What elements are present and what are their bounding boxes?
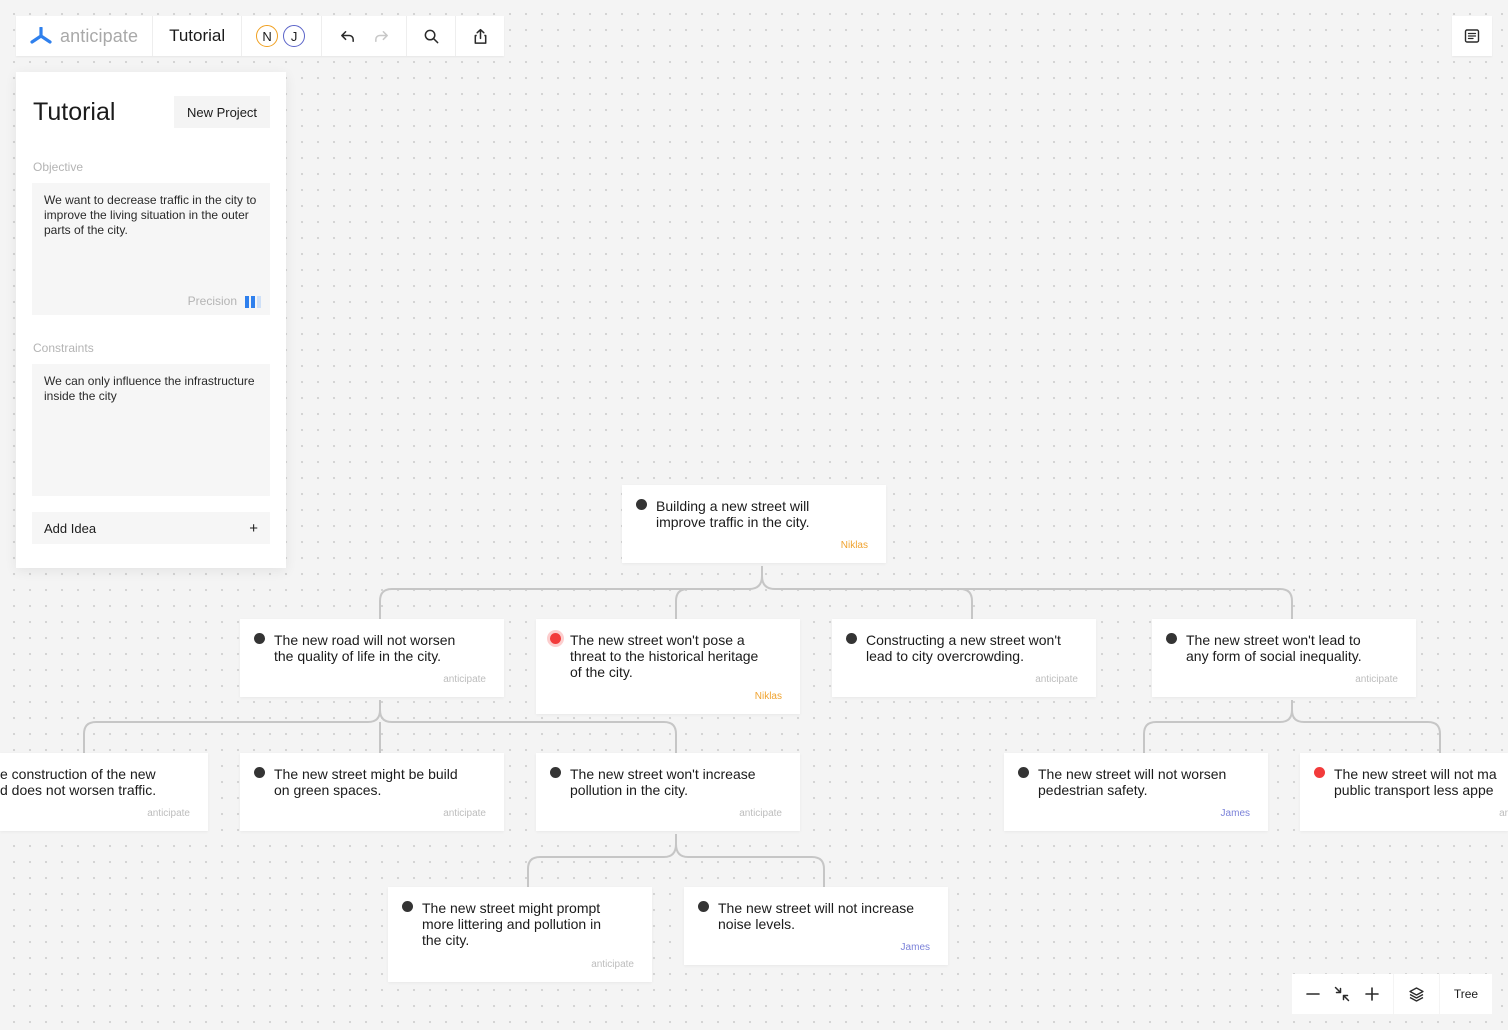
zoom-controls: [1292, 974, 1393, 1014]
layers-button[interactable]: [1394, 974, 1439, 1014]
node-text: The new street won't lead to any form of…: [1186, 632, 1362, 664]
node-line: public transport less appe: [1334, 782, 1494, 798]
node-line: improve traffic in the city.: [656, 514, 810, 530]
idea-node-quality[interactable]: The new road will not worsen the quality…: [240, 619, 504, 697]
node-line: lead to city overcrowding.: [866, 648, 1024, 664]
node-line: the city.: [422, 932, 470, 948]
node-text: The new street won't increase pollution …: [570, 766, 756, 798]
node-author: anticipate: [1355, 674, 1398, 685]
idea-node-inequality[interactable]: The new street won't lead to any form of…: [1152, 619, 1416, 697]
node-line: pedestrian safety.: [1038, 782, 1148, 798]
node-text: The new street won't pose a threat to th…: [570, 632, 758, 680]
plus-icon: [1365, 987, 1379, 1001]
status-dot: [254, 767, 265, 778]
node-line: noise levels.: [718, 916, 796, 932]
node-line: more littering and pollution in: [422, 916, 601, 932]
node-line: The new street won't pose a: [570, 632, 745, 648]
node-line: d does not worsen traffic.: [0, 782, 157, 798]
node-line: The new street will not worsen: [1038, 766, 1227, 782]
node-line: e construction of the new: [0, 766, 156, 782]
node-line: threat to the historical heritage: [570, 648, 759, 664]
node-author: anticipate: [739, 808, 782, 819]
node-line: The new street will not ma: [1334, 766, 1497, 782]
layers-icon: [1409, 986, 1424, 1002]
node-author: Niklas: [840, 540, 868, 551]
node-author: anticipate: [443, 674, 486, 685]
node-line: pollution in the city.: [570, 782, 689, 798]
node-text: Building a new street will improve traff…: [656, 498, 810, 530]
node-line: The new street won't increase: [570, 766, 756, 782]
node-line: Building a new street will: [656, 498, 810, 514]
node-author: anticipate: [443, 808, 486, 819]
node-author: ar: [1499, 808, 1508, 819]
node-line: The new street might be build: [274, 766, 458, 782]
status-dot: [636, 499, 647, 510]
node-text: e construction of the new d does not wor…: [0, 766, 156, 798]
alert-status-dot: [1314, 767, 1325, 778]
status-dot: [254, 633, 265, 644]
idea-node-noise[interactable]: The new street will not increase noise l…: [684, 887, 948, 965]
status-dot: [1018, 767, 1029, 778]
node-text: The new street will not ma public transp…: [1334, 766, 1497, 798]
status-dot: [550, 767, 561, 778]
status-dot: [402, 901, 413, 912]
idea-node-traffic[interactable]: e construction of the new d does not wor…: [0, 753, 208, 831]
node-author: James: [1220, 808, 1250, 819]
node-line: Constructing a new street won't: [866, 632, 1061, 648]
zoom-in-button[interactable]: [1359, 981, 1385, 1007]
node-author: anticipate: [591, 959, 634, 970]
minus-icon: [1306, 993, 1320, 995]
collapse-arrows-icon: [1335, 986, 1350, 1002]
node-author: anticipate: [1035, 674, 1078, 685]
zoom-out-button[interactable]: [1300, 981, 1326, 1007]
node-line: The new street will not increase: [718, 900, 915, 916]
status-dot: [846, 633, 857, 644]
node-line: the quality of life in the city.: [274, 648, 442, 664]
status-dot: [698, 901, 709, 912]
idea-node-pedestrian[interactable]: The new street will not worsen pedestria…: [1004, 753, 1268, 831]
node-line: any form of social inequality.: [1186, 648, 1362, 664]
idea-node-root[interactable]: Building a new street will improve traff…: [622, 485, 886, 563]
node-author: Niklas: [754, 691, 782, 702]
node-text: The new street will not increase noise l…: [718, 900, 914, 932]
idea-node-pollution[interactable]: The new street won't increase pollution …: [536, 753, 800, 831]
alert-status-dot: [550, 633, 561, 644]
node-line: The new street won't lead to: [1186, 632, 1361, 648]
idea-node-overcrowding[interactable]: Constructing a new street won't lead to …: [832, 619, 1096, 697]
idea-node-littering[interactable]: The new street might prompt more litteri…: [388, 887, 652, 982]
view-mode-button[interactable]: Tree: [1440, 974, 1492, 1014]
node-line: The new road will not worsen: [274, 632, 456, 648]
idea-node-green-spaces[interactable]: The new street might be build on green s…: [240, 753, 504, 831]
node-line: The new street might prompt: [422, 900, 601, 916]
idea-node-public-transport[interactable]: The new street will not ma public transp…: [1300, 753, 1508, 831]
node-text: Constructing a new street won't lead to …: [866, 632, 1061, 664]
node-text: The new street will not worsen pedestria…: [1038, 766, 1226, 798]
node-text: The new road will not worsen the quality…: [274, 632, 455, 664]
node-line: of the city.: [570, 664, 633, 680]
node-author: James: [900, 942, 930, 953]
status-dot: [1166, 633, 1177, 644]
idea-node-heritage[interactable]: The new street won't pose a threat to th…: [536, 619, 800, 714]
fit-to-screen-button[interactable]: [1329, 981, 1355, 1007]
node-text: The new street might prompt more litteri…: [422, 900, 601, 948]
node-line: on green spaces.: [274, 782, 382, 798]
node-text: The new street might be build on green s…: [274, 766, 458, 798]
node-author: anticipate: [147, 808, 190, 819]
